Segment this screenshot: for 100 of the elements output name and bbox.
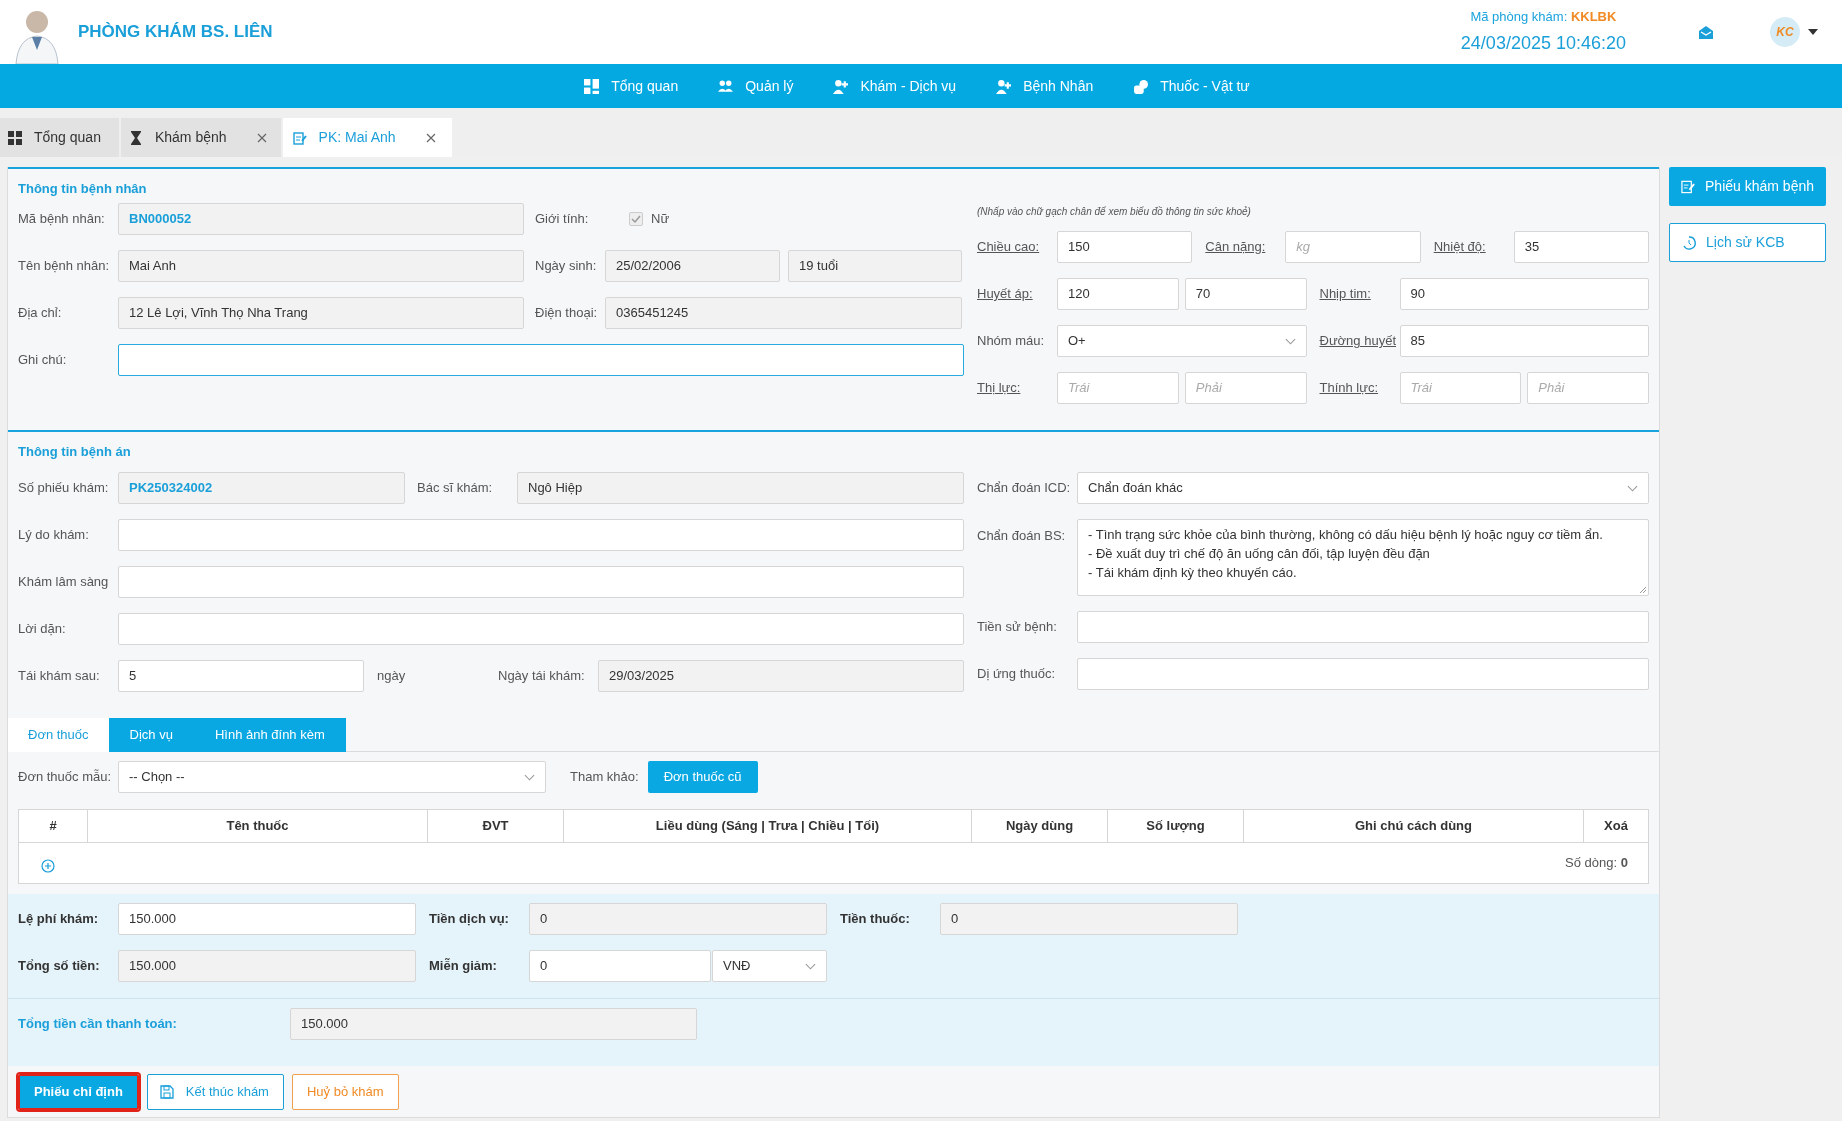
dropdown[interactable]: Chẩn đoán khác bbox=[1077, 472, 1649, 504]
input-field[interactable] bbox=[1077, 611, 1649, 643]
field-label: Tham khảo: bbox=[570, 768, 639, 787]
field-label: Lệ phí khám: bbox=[18, 910, 100, 929]
field-label: Địa chỉ: bbox=[18, 304, 63, 323]
field-label: Ngày tái khám: bbox=[498, 667, 586, 686]
input-field[interactable]: 5 bbox=[118, 660, 364, 692]
input-field[interactable]: 0 bbox=[529, 903, 827, 935]
input-field[interactable]: 19 tuổi bbox=[788, 250, 962, 282]
field-label: Điện thoại: bbox=[535, 304, 599, 323]
date-time: 24/03/2025 10:46:20 bbox=[1460, 32, 1626, 56]
add-icon[interactable] bbox=[41, 859, 55, 873]
input-field[interactable] bbox=[118, 566, 964, 598]
chart-link[interactable]: Thính lực: bbox=[1319, 378, 1400, 398]
chevron-icon bbox=[1284, 337, 1296, 345]
room-code: Mã phòng khám: KKLBK bbox=[1470, 7, 1617, 26]
input-field[interactable]: Ngô Hiệp bbox=[517, 472, 964, 504]
field-label: Tổng số tiền: bbox=[18, 957, 101, 976]
chart-link[interactable]: Chiều cao: bbox=[977, 237, 1057, 257]
section-title: Thông tin bệnh án bbox=[18, 443, 132, 461]
column-header: Xoá bbox=[1603, 817, 1629, 836]
field-label: Tiền dịch vụ: bbox=[429, 910, 510, 929]
input-field[interactable]: Mai Anh bbox=[118, 250, 524, 282]
unit-label: ngày bbox=[377, 667, 406, 686]
input-field[interactable]: 90 bbox=[1399, 278, 1649, 310]
dropdown[interactable]: VNĐ bbox=[712, 950, 827, 982]
field-label: Chẩn đoán BS: bbox=[977, 527, 1067, 545]
input-field[interactable]: 29/03/2025 bbox=[598, 660, 964, 692]
text-area[interactable]: - Tình trạng sức khỏe của bình thường, không có dấu hiệu bệnh lý hoặc nguy cơ tiềm ẩn. - Đề xuất duy trì chế độ ăn uống cân đối, tập luyện đều đặn - Tái khám định kỳ theo khuyến cáo. bbox=[1077, 519, 1649, 596]
input-field[interactable] bbox=[1077, 658, 1649, 690]
close-icon[interactable] bbox=[425, 132, 436, 143]
field-label: Lý do khám: bbox=[18, 526, 90, 545]
section-title: Thông tin bệnh nhân bbox=[18, 180, 148, 198]
save-icon bbox=[159, 1085, 174, 1099]
dropdown[interactable]: O+ bbox=[1057, 325, 1307, 357]
hourglass-icon bbox=[128, 130, 143, 145]
hint-text: (Nhấp vào chữ gạch chân để xem biểu đồ thông tin sức khoẻ) bbox=[977, 205, 1252, 218]
field-label: Tổng tiền cần thanh toán: bbox=[18, 1015, 178, 1034]
column-header: # bbox=[19, 810, 88, 842]
input-field[interactable]: 150 bbox=[1057, 231, 1193, 263]
user-plus-icon bbox=[833, 78, 849, 94]
input-field[interactable]: 120 bbox=[1057, 278, 1179, 310]
input-field[interactable]: 150.000 bbox=[290, 1008, 697, 1040]
column-header: Ghi chú cách dùng bbox=[1244, 810, 1584, 842]
field-label: Tiền thuốc: bbox=[840, 910, 911, 929]
resize-handle-icon bbox=[1638, 585, 1647, 594]
chart-link[interactable]: Thị lực: bbox=[977, 378, 1057, 398]
tab[interactable]: Tổng quan bbox=[0, 118, 119, 157]
field-label: Tên bệnh nhân: bbox=[18, 257, 111, 276]
field-label: Tiền sử bệnh: bbox=[977, 618, 1058, 637]
field-label: Dị ứng thuốc: bbox=[977, 665, 1057, 684]
input-field[interactable]: 150.000 bbox=[118, 903, 416, 935]
field-label: Số phiếu khám: bbox=[18, 479, 110, 498]
field-label: Ngày sinh: bbox=[535, 257, 598, 276]
input-field[interactable] bbox=[118, 519, 964, 551]
row-count: Số dòng: 0 bbox=[1565, 854, 1628, 873]
input-field[interactable]: 0 bbox=[940, 903, 1238, 935]
user-plus-icon bbox=[996, 78, 1012, 94]
column-header: ĐVT bbox=[428, 810, 564, 842]
input-field[interactable]: 85 bbox=[1399, 325, 1649, 357]
chart-link[interactable]: Nhịp tim: bbox=[1319, 284, 1400, 304]
tab[interactable]: Khám bệnh bbox=[120, 118, 281, 157]
dashboard-icon bbox=[584, 78, 600, 94]
chevron-icon bbox=[524, 773, 535, 781]
field-label: Miễn giảm: bbox=[429, 957, 498, 976]
input-field[interactable]: 12 Lê Lợi, Vĩnh Thọ Nha Trang bbox=[118, 297, 524, 329]
checkbox-label: Nữ bbox=[651, 210, 670, 229]
field-label: Nhóm máu: bbox=[977, 332, 1046, 351]
chart-link[interactable]: Nhiệt độ: bbox=[1433, 237, 1514, 257]
input-field[interactable]: 0 bbox=[529, 950, 711, 982]
input-field[interactable]: 70 bbox=[1184, 278, 1307, 310]
input-field[interactable]: 0365451245 bbox=[605, 297, 962, 329]
chart-link[interactable]: Huyết áp: bbox=[977, 284, 1057, 304]
field-label: Khám lâm sàng bbox=[18, 573, 110, 592]
chart-link[interactable]: Đường huyết bbox=[1319, 331, 1400, 351]
input-field[interactable]: 25/02/2006 bbox=[605, 250, 780, 282]
field-label: Chẩn đoán ICD: bbox=[977, 479, 1072, 498]
mail-icon[interactable] bbox=[1698, 24, 1714, 40]
input-field[interactable]: 150.000 bbox=[118, 950, 416, 982]
column-header: Tên thuốc bbox=[88, 810, 428, 842]
clipboard-icon bbox=[292, 130, 307, 145]
clipboard-icon bbox=[1681, 179, 1696, 194]
field-label: Ghi chú: bbox=[18, 351, 68, 370]
input-field[interactable] bbox=[118, 613, 964, 645]
column-header: Số lượng bbox=[1108, 810, 1244, 842]
field-label: Bác sĩ khám: bbox=[417, 479, 494, 498]
field-label: Tái khám sau: bbox=[18, 667, 101, 686]
users-icon bbox=[718, 78, 734, 94]
field-label: Mã bệnh nhân: bbox=[18, 210, 106, 229]
dropdown[interactable]: -- Chọn -- bbox=[118, 761, 546, 793]
chevron-icon bbox=[1627, 484, 1638, 492]
input-field[interactable] bbox=[118, 344, 964, 376]
chart-link[interactable]: Cân nặng: bbox=[1205, 237, 1286, 257]
caret-icon[interactable] bbox=[1808, 29, 1818, 35]
input-field[interactable]: 35 bbox=[1513, 231, 1649, 263]
field-label: Giới tính: bbox=[535, 210, 590, 229]
column-header: Liều dùng (Sáng | Trưa | Chiều | Tối) bbox=[564, 810, 972, 842]
checkbox[interactable] bbox=[629, 212, 643, 226]
column-header: Ngày dùng bbox=[972, 810, 1108, 842]
close-icon[interactable] bbox=[256, 132, 267, 143]
